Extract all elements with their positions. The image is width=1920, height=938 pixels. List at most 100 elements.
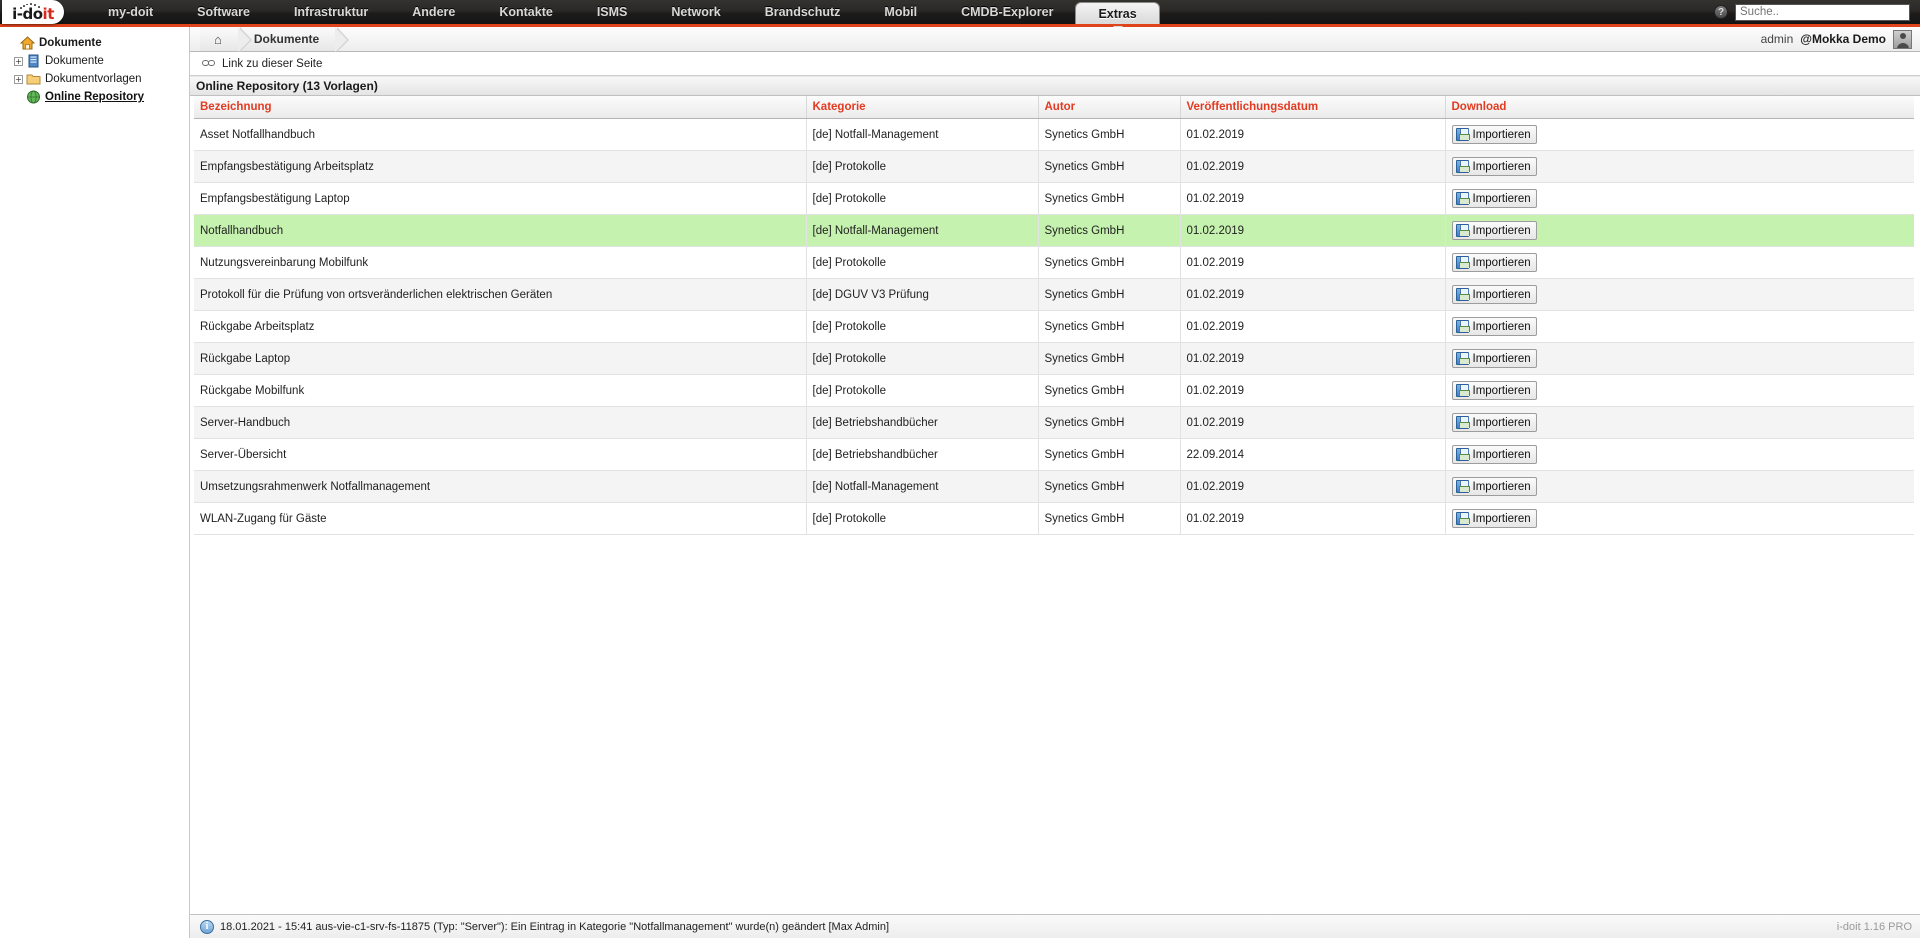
logo-text-dark: i-do bbox=[12, 4, 43, 23]
cell-download: Importieren bbox=[1445, 438, 1914, 471]
cell-autor: Synetics GmbH bbox=[1038, 310, 1181, 343]
nav-item-label: Network bbox=[671, 5, 721, 19]
table-row[interactable]: Rückgabe Mobilfunk [de] Protokolle Synetic… bbox=[194, 374, 1914, 407]
nav-item-kontakte[interactable]: Kontakte bbox=[477, 0, 574, 24]
table-row[interactable]: Notfallhandbuch [de] Notfall-Management Sy… bbox=[194, 214, 1914, 247]
import-button[interactable]: Importieren bbox=[1451, 509, 1537, 528]
import-button[interactable]: Importieren bbox=[1451, 125, 1537, 144]
cell-autor: Synetics GmbH bbox=[1038, 406, 1181, 439]
nav-item-brandschutz[interactable]: Brandschutz bbox=[743, 0, 863, 24]
cell-autor: Synetics GmbH bbox=[1038, 278, 1181, 311]
nav-item-software[interactable]: Software bbox=[175, 0, 272, 24]
cell-veroeffentlichungsdatum: 01.02.2019 bbox=[1180, 502, 1446, 535]
nav-item-andere[interactable]: Andere bbox=[390, 0, 477, 24]
cell-autor: Synetics GmbH bbox=[1038, 150, 1181, 183]
sidebar-item-dokumente[interactable]: Dokumente bbox=[8, 35, 189, 51]
column-header-autor[interactable]: Autor bbox=[1038, 96, 1181, 119]
import-button[interactable]: Importieren bbox=[1451, 157, 1537, 176]
cell-kategorie: [de] Betriebshandbücher bbox=[806, 438, 1039, 471]
table-row[interactable]: Empfangsbestätigung Arbeitsplatz [de] Pro… bbox=[194, 150, 1914, 183]
nav-item-label: Mobil bbox=[884, 5, 918, 19]
table-row[interactable]: Protokoll für die Prüfung von ortsveränd… bbox=[194, 278, 1914, 311]
import-button[interactable]: Importieren bbox=[1451, 253, 1537, 272]
column-header-download[interactable]: Download bbox=[1445, 96, 1914, 119]
import-button[interactable]: Importieren bbox=[1451, 221, 1537, 240]
cell-bezeichnung: Empfangsbestätigung Laptop bbox=[194, 182, 807, 215]
table-row[interactable]: WLAN-Zugang für Gäste [de] Protokolle Syne… bbox=[194, 502, 1914, 535]
cell-veroeffentlichungsdatum: 22.09.2014 bbox=[1180, 438, 1446, 471]
cell-kategorie: [de] DGUV V3 Prüfung bbox=[806, 278, 1039, 311]
import-button[interactable]: Importieren bbox=[1451, 349, 1537, 368]
cell-autor: Synetics GmbH bbox=[1038, 118, 1181, 151]
sidebar-item-dokumentvorlagen[interactable]: + Dokumentvorlagen bbox=[8, 71, 189, 87]
sidebar-item-label: Dokumente bbox=[39, 37, 102, 49]
column-header-bezeichnung[interactable]: Bezeichnung bbox=[194, 96, 807, 119]
sidebar-item-dokumente[interactable]: + Dokumente bbox=[8, 53, 189, 69]
nav-item-network[interactable]: Network bbox=[649, 0, 742, 24]
search-input[interactable] bbox=[1735, 3, 1910, 21]
table-row[interactable]: Asset Notfallhandbuch [de] Notfall-Manage… bbox=[194, 118, 1914, 151]
cell-download: Importieren bbox=[1445, 214, 1914, 247]
table-row[interactable]: Nutzungsvereinbarung Mobilfunk [de] Proto… bbox=[194, 246, 1914, 279]
cell-bezeichnung: Rückgabe Arbeitsplatz bbox=[194, 310, 807, 343]
floppy-disk-icon bbox=[1455, 480, 1470, 493]
home-icon: ⌂ bbox=[214, 31, 222, 47]
page-link-row[interactable]: Link zu dieser Seite bbox=[190, 52, 1920, 76]
nav-item-cmdb-explorer[interactable]: CMDB-Explorer bbox=[939, 0, 1075, 24]
help-icon[interactable]: ? bbox=[1714, 5, 1728, 19]
table-row[interactable]: Rückgabe Laptop [de] Protokolle Synetics G… bbox=[194, 342, 1914, 375]
breadcrumb-bar: ⌂ Dokumente admin @Mokka Demo bbox=[190, 27, 1920, 52]
table-row[interactable]: Server-Handbuch [de] Betriebshandbücher Sy… bbox=[194, 406, 1914, 439]
nav-item-mobil[interactable]: Mobil bbox=[862, 0, 939, 24]
floppy-disk-icon bbox=[1455, 256, 1470, 269]
floppy-disk-icon bbox=[1455, 128, 1470, 141]
cell-download: Importieren bbox=[1445, 310, 1914, 343]
column-header-ver-ffentlichungsdatum[interactable]: Veröffentlichungsdatum bbox=[1180, 96, 1446, 119]
cell-veroeffentlichungsdatum: 01.02.2019 bbox=[1180, 374, 1446, 407]
tenant-name: @Mokka Demo bbox=[1800, 32, 1886, 46]
cell-bezeichnung: Server-Übersicht bbox=[194, 438, 807, 471]
column-header-kategorie[interactable]: Kategorie bbox=[806, 96, 1039, 119]
cell-autor: Synetics GmbH bbox=[1038, 246, 1181, 279]
floppy-disk-icon bbox=[1455, 320, 1470, 333]
import-button-label: Importieren bbox=[1472, 448, 1531, 461]
table-row[interactable]: Rückgabe Arbeitsplatz [de] Protokolle Syne… bbox=[194, 310, 1914, 343]
import-button[interactable]: Importieren bbox=[1451, 413, 1537, 432]
import-button[interactable]: Importieren bbox=[1451, 317, 1537, 336]
import-button[interactable]: Importieren bbox=[1451, 477, 1537, 496]
cell-veroeffentlichungsdatum: 01.02.2019 bbox=[1180, 278, 1446, 311]
sidebar-item-online-repository[interactable]: Online Repository bbox=[8, 89, 189, 105]
table-body: Asset Notfallhandbuch [de] Notfall-Manage… bbox=[194, 118, 1914, 535]
tree-expand-icon[interactable]: + bbox=[14, 74, 23, 84]
cell-kategorie: [de] Notfall-Management bbox=[806, 214, 1039, 247]
import-button-label: Importieren bbox=[1472, 288, 1531, 301]
cell-autor: Synetics GmbH bbox=[1038, 182, 1181, 215]
breadcrumb-dokumente[interactable]: Dokumente bbox=[239, 27, 350, 52]
nav-item-my-doit[interactable]: my-doit bbox=[86, 0, 175, 24]
app-logo[interactable]: i-doit bbox=[2, 0, 64, 24]
import-button[interactable]: Importieren bbox=[1451, 381, 1537, 400]
cell-kategorie: [de] Protokolle bbox=[806, 182, 1039, 215]
nav-item-infrastruktur[interactable]: Infrastruktur bbox=[272, 0, 390, 24]
content-area: ⌂ Dokumente admin @Mokka Demo Link zu di… bbox=[190, 27, 1920, 938]
import-button[interactable]: Importieren bbox=[1451, 445, 1537, 464]
user-name: admin bbox=[1760, 32, 1794, 46]
logo-text-red: it bbox=[42, 4, 55, 23]
cell-veroeffentlichungsdatum: 01.02.2019 bbox=[1180, 182, 1446, 215]
table-row[interactable]: Empfangsbestätigung Laptop [de] Protokoll… bbox=[194, 182, 1914, 215]
breadcrumb-home[interactable]: ⌂ bbox=[200, 27, 252, 52]
import-button[interactable]: Importieren bbox=[1451, 285, 1537, 304]
avatar[interactable] bbox=[1893, 29, 1912, 49]
cell-bezeichnung: Server-Handbuch bbox=[194, 406, 807, 439]
nav-item-isms[interactable]: ISMS bbox=[575, 0, 650, 24]
import-button-label: Importieren bbox=[1472, 512, 1531, 525]
nav-item-extras[interactable]: Extras bbox=[1075, 2, 1160, 31]
cell-kategorie: [de] Protokolle bbox=[806, 246, 1039, 279]
table-row[interactable]: Server-Übersicht [de] Betriebshandbücher S… bbox=[194, 438, 1914, 471]
import-button[interactable]: Importieren bbox=[1451, 189, 1537, 208]
floppy-disk-icon bbox=[1455, 384, 1470, 397]
tree-expand-icon[interactable]: + bbox=[14, 56, 23, 66]
table-row[interactable]: Umsetzungsrahmenwerk Notfallmanagement [d… bbox=[194, 470, 1914, 503]
import-button-label: Importieren bbox=[1472, 128, 1531, 141]
cell-autor: Synetics GmbH bbox=[1038, 374, 1181, 407]
